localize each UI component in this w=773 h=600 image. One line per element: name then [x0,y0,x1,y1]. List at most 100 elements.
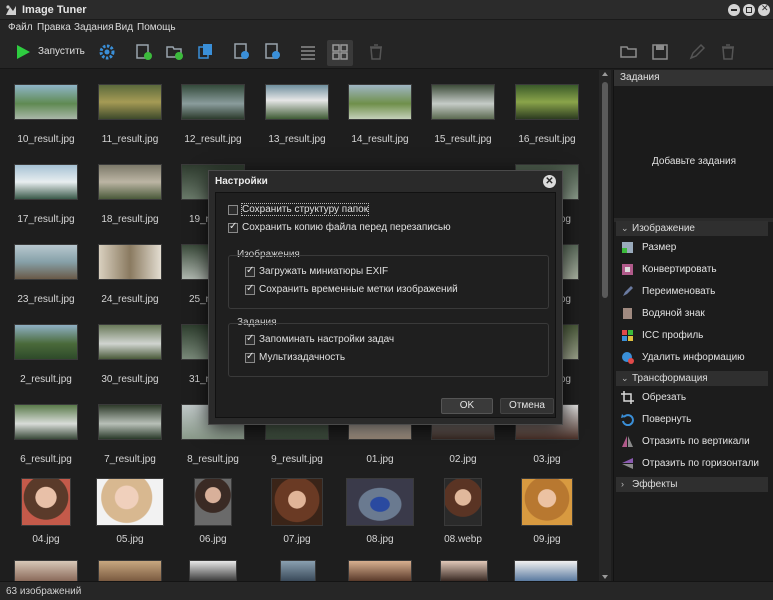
list-view-icon[interactable] [299,43,317,61]
scroll-down-icon[interactable] [602,575,608,579]
grid-view-icon[interactable] [331,43,349,61]
gallery-tile[interactable]: 15_result.jpg [423,84,503,150]
option-keep-timestamps[interactable]: Сохранить временные метки изображений [245,283,535,298]
delete-icon[interactable] [719,43,737,61]
dialog-title: Настройки [215,176,268,187]
cancel-button[interactable]: Отмена [500,398,554,414]
checkbox[interactable] [245,351,255,363]
menu-tasks[interactable]: Задания [74,22,114,33]
file-name: 16_result.jpg [518,134,576,145]
tool-flip-horizontal[interactable]: Отразить по горизонтали [620,455,770,473]
thumbnail-image[interactable] [14,560,78,581]
thumbnail-image[interactable] [348,560,412,581]
gallery-tile[interactable]: 12_result.jpg [173,84,253,150]
gallery-tile[interactable]: 05.jpg [90,478,170,550]
section-transform[interactable]: ⌄ Трансформация [616,371,768,386]
scrollbar-thumb[interactable] [602,82,608,298]
thumbnail-image [98,404,162,440]
close-icon[interactable]: ✕ [543,175,556,188]
scroll-up-icon[interactable] [602,72,608,76]
tasks-header: Задания [614,70,773,86]
gallery-tile[interactable]: 10_result.jpg [6,84,86,150]
gallery-tile[interactable]: 16_result.jpg [507,84,587,150]
gallery-tile[interactable]: 11_result.jpg [90,84,170,150]
gallery-tile[interactable]: 23_result.jpg [6,244,86,310]
option-backup-before-overwrite[interactable]: Сохранить копию файла перед перезаписью [228,221,528,236]
tool-convert[interactable]: Конвертировать [620,261,770,279]
settings-icon[interactable] [98,43,116,61]
open-folder-icon[interactable] [620,43,638,61]
gallery-tile[interactable]: 14_result.jpg [340,84,420,150]
add-image-icon[interactable] [135,43,153,61]
checkbox-label: Загружать миниатюры EXIF [259,266,389,277]
thumbnail-image [14,164,78,200]
gallery-tile[interactable]: 08.webp [423,478,503,550]
tool-resize[interactable]: Размер [620,239,770,257]
task-list[interactable]: Добавьте задания [614,86,773,218]
option-multitasking[interactable]: Мультизадачность [245,351,535,366]
ok-button[interactable]: OK [441,398,493,414]
chevron-right-icon: › [621,479,624,489]
checkbox[interactable] [245,265,255,277]
gallery-tile[interactable]: 09.jpg [507,478,587,550]
file-name: 15_result.jpg [434,134,492,145]
tool-remove-info[interactable]: Удалить информацию [620,349,770,367]
tool-crop[interactable]: Обрезать [620,389,770,407]
section-image[interactable]: ⌄ Изображение [616,221,768,236]
gallery-tile[interactable]: 17_result.jpg [6,164,86,230]
thumbnail-image [348,84,412,120]
file-name: 02.jpg [449,454,477,465]
image-info-icon[interactable] [233,43,251,61]
edit-icon[interactable] [688,43,706,61]
gallery-tile[interactable]: 07.jpg [257,478,337,550]
image-info-blue-icon[interactable] [264,43,282,61]
option-keep-folder-structure[interactable]: Сохранить структуру папок [228,203,528,218]
gallery-tile[interactable]: 06.jpg [173,478,253,550]
minimize-icon[interactable] [728,4,740,16]
gallery-tile[interactable]: 18_result.jpg [90,164,170,230]
section-effects[interactable]: › Эффекты [616,477,768,492]
copy-icon[interactable] [197,43,215,61]
tool-watermark[interactable]: Водяной знак [620,305,770,323]
maximize-icon[interactable] [743,4,755,16]
checkbox-label: Сохранить структуру папок [240,203,370,216]
thumbnail-image[interactable] [280,560,316,581]
tool-rename[interactable]: Переименовать [620,283,770,301]
gallery-tile[interactable]: 04.jpg [6,478,86,550]
thumbnail-image[interactable] [440,560,488,581]
checkbox[interactable] [245,333,255,345]
gallery-tile[interactable]: 08.jpg [340,478,420,550]
trash-icon[interactable] [367,43,385,61]
checkbox[interactable] [228,205,238,215]
menu-view[interactable]: Вид [115,22,133,33]
menu-edit[interactable]: Правка [37,22,71,33]
option-load-exif-thumbnails[interactable]: Загружать миниатюры EXIF [245,265,535,280]
gallery-tile[interactable]: 30_result.jpg [90,324,170,390]
thumbnail-image[interactable] [189,560,237,581]
file-name: 11_result.jpg [101,134,159,145]
save-icon[interactable] [651,43,669,61]
group-images: Загружать миниатюры EXIF Сохранить време… [228,255,549,309]
close-icon[interactable]: ✕ [758,3,770,16]
checkbox[interactable] [228,221,238,233]
menu-file[interactable]: Файл [8,22,33,33]
tool-flip-vertical[interactable]: Отразить по вертикали [620,433,770,451]
gallery-tile[interactable]: 2_result.jpg [6,324,86,390]
gallery-tile[interactable]: 7_result.jpg [90,404,170,470]
gallery-scrollbar[interactable] [599,70,611,581]
gallery-tile[interactable]: 6_result.jpg [6,404,86,470]
thumbnail-image[interactable] [98,560,162,581]
thumbnail-image [96,478,164,526]
run-button[interactable]: Запустить [38,46,85,57]
tool-icc-profile[interactable]: ICC профиль [620,327,770,345]
option-remember-task-settings[interactable]: Запоминать настройки задач [245,333,535,348]
gallery-tile[interactable]: 24_result.jpg [90,244,170,310]
file-name: 12_result.jpg [184,134,242,145]
thumbnail-image[interactable] [514,560,578,581]
tool-rotate[interactable]: Повернуть [620,411,770,429]
checkbox[interactable] [245,283,255,295]
gallery-tile[interactable]: 13_result.jpg [257,84,337,150]
play-icon[interactable] [14,43,32,61]
menu-help[interactable]: Помощь [137,22,176,33]
add-folder-icon[interactable] [166,43,184,61]
